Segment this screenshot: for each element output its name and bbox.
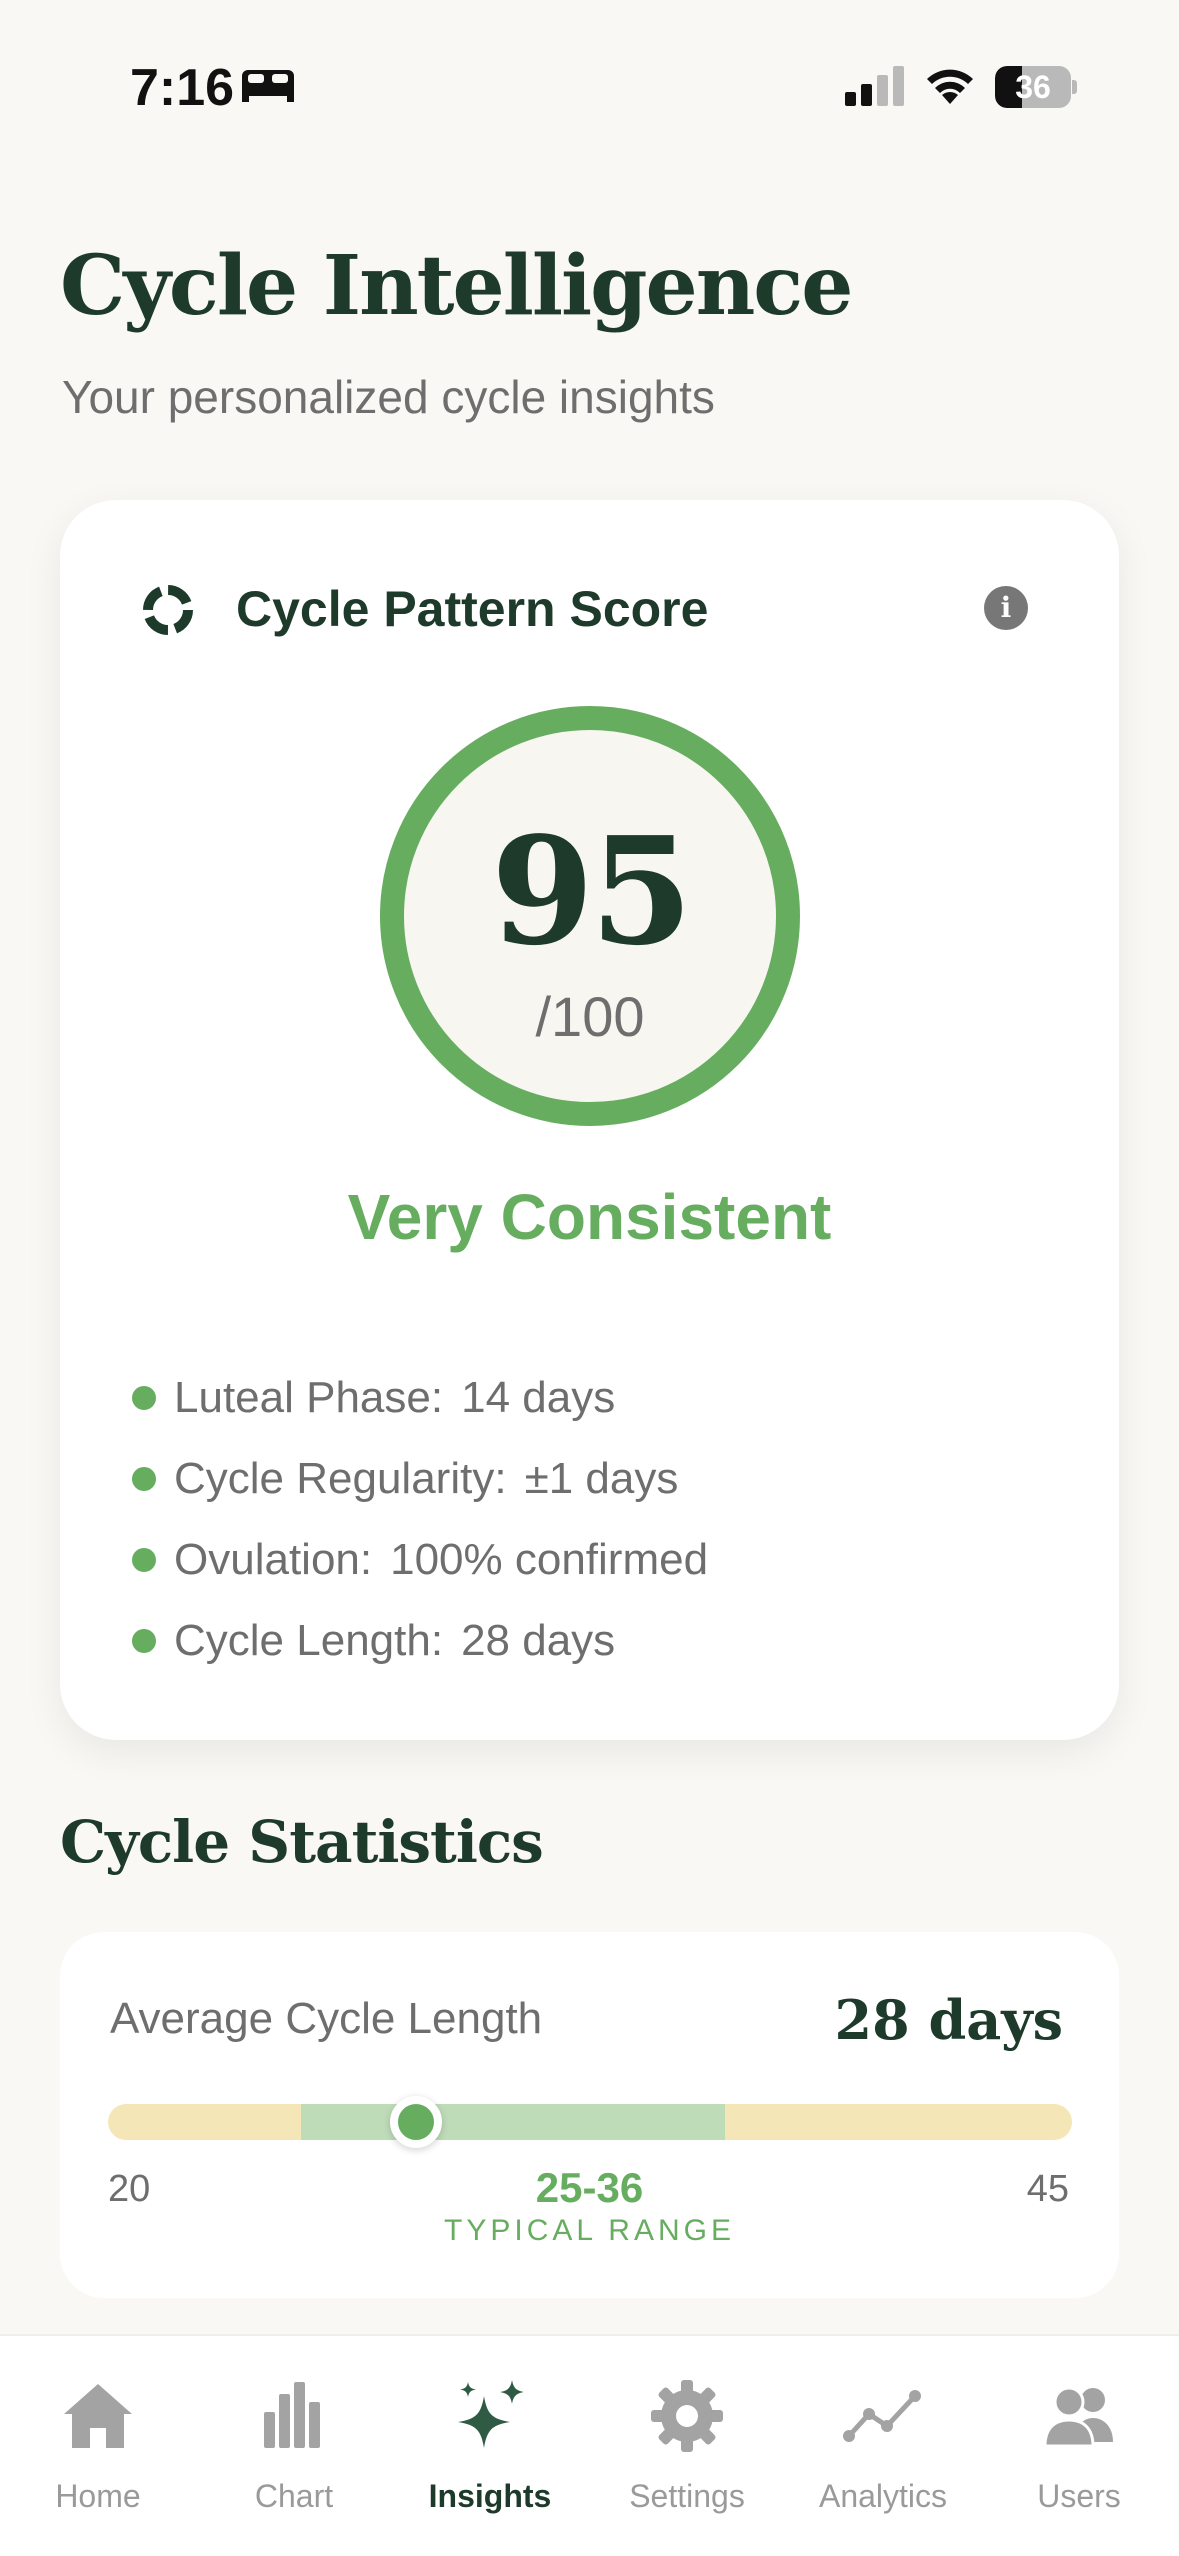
tab-insights[interactable]: Insights bbox=[392, 2376, 588, 2526]
bullet-dot bbox=[132, 1467, 156, 1491]
score-ring: 95 /100 bbox=[380, 706, 800, 1126]
status-time: 7:16 bbox=[130, 59, 235, 117]
metric-label: Cycle Length: bbox=[174, 1616, 444, 1665]
typical-range-caption: TYPICAL RANGE bbox=[444, 2214, 735, 2247]
score-max: /100 bbox=[535, 985, 645, 1048]
metric-label: Cycle Regularity: bbox=[174, 1454, 507, 1503]
cycle-ring-icon bbox=[143, 585, 193, 635]
average-cycle-length-card: Average Cycle Length 28 days 20 25-36 TY… bbox=[60, 1932, 1119, 2298]
score-rating: Very Consistent bbox=[347, 1181, 832, 1253]
trend-line-icon bbox=[843, 2390, 921, 2442]
metric-label: Ovulation: bbox=[174, 1535, 373, 1584]
tab-analytics[interactable]: Analytics bbox=[785, 2376, 981, 2526]
bullet-dot bbox=[132, 1386, 156, 1410]
wifi-icon bbox=[927, 69, 973, 104]
tab-label: Home bbox=[55, 2478, 141, 2514]
battery-icon: 36 bbox=[995, 66, 1077, 108]
tab-bar: Home Chart Insights Settings Analytics U… bbox=[0, 2334, 1179, 2556]
tab-label: Chart bbox=[254, 2478, 334, 2514]
tab-home[interactable]: Home bbox=[0, 2376, 196, 2526]
metric-label: Luteal Phase: bbox=[174, 1373, 444, 1422]
tab-settings[interactable]: Settings bbox=[589, 2376, 785, 2526]
metric-value: 28 days bbox=[461, 1616, 616, 1665]
tab-label: Analytics bbox=[818, 2478, 948, 2514]
page-title: Cycle Intelligence bbox=[60, 238, 853, 334]
metric-value: 100% confirmed bbox=[390, 1535, 709, 1584]
tab-users[interactable]: Users bbox=[981, 2376, 1177, 2526]
bullet-dot bbox=[132, 1629, 156, 1653]
users-icon bbox=[1043, 2386, 1113, 2448]
card-title: Cycle Pattern Score bbox=[236, 581, 709, 637]
range-max-label: 45 bbox=[1026, 2168, 1069, 2210]
cellular-signal-icon bbox=[845, 66, 904, 106]
stat-label: Average Cycle Length bbox=[110, 1994, 543, 2043]
section-title-statistics: Cycle Statistics bbox=[60, 1808, 544, 1876]
typical-range-value: 25-36 bbox=[535, 2164, 644, 2211]
tab-label: Settings bbox=[629, 2478, 745, 2514]
tab-chart[interactable]: Chart bbox=[196, 2376, 392, 2526]
info-icon[interactable]: i bbox=[984, 586, 1028, 630]
cycle-pattern-score-card: Cycle Pattern Score i 95 /100 Very Consi… bbox=[60, 500, 1119, 1740]
typical-range-band bbox=[300, 2104, 725, 2140]
current-value-marker bbox=[390, 2096, 443, 2148]
stat-value: 28 days bbox=[834, 1988, 1063, 2052]
metric-value: 14 days bbox=[461, 1373, 616, 1422]
tab-label: Users bbox=[1037, 2478, 1121, 2514]
status-bar: 7:16 36 bbox=[0, 0, 1179, 170]
range-track bbox=[108, 2104, 1072, 2140]
bullet-dot bbox=[132, 1548, 156, 1572]
home-icon bbox=[64, 2384, 132, 2448]
tab-label: Insights bbox=[428, 2478, 552, 2514]
metric-value: ±1 days bbox=[524, 1454, 679, 1503]
bar-chart-icon bbox=[264, 2382, 320, 2448]
score-value: 95 bbox=[491, 804, 693, 978]
sparkles-icon bbox=[458, 2380, 524, 2448]
battery-percent: 36 bbox=[1015, 69, 1051, 105]
gear-icon bbox=[651, 2380, 723, 2452]
page-subtitle: Your personalized cycle insights bbox=[62, 371, 715, 423]
bed-icon bbox=[242, 70, 294, 102]
